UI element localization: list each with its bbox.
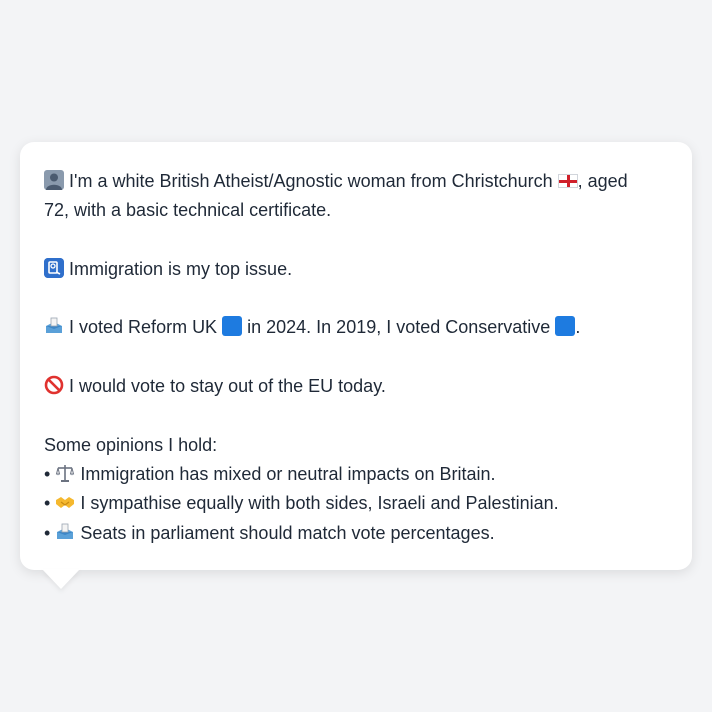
eu-text: I would vote to stay out of the EU today… xyxy=(69,376,386,397)
ballot-box-icon xyxy=(46,318,62,334)
opinion-item: • I sympathise equally with both sides, … xyxy=(44,489,668,518)
vote-text-b: in 2024. In 2019, I voted Conservative xyxy=(247,317,551,338)
opinion-item: • Immigration has mixed or neutral impac… xyxy=(44,460,668,489)
opinion-text: Immigration has mixed or neutral impacts… xyxy=(80,463,496,484)
vote-paragraph: I voted Reform UK in 2024. In 2019, I vo… xyxy=(44,313,668,342)
issue-paragraph: Immigration is my top issue. xyxy=(44,255,668,284)
profile-message-bubble: I'm a white British Atheist/Agnostic wom… xyxy=(20,142,692,570)
bubble-tail xyxy=(42,569,80,589)
opinions-paragraph: Some opinions I hold: • Immigration has … xyxy=(44,431,668,548)
ballot-box-icon xyxy=(57,523,74,539)
intro-text: I'm a white British Atheist/Agnostic wom… xyxy=(69,171,553,191)
opinions-heading: Some opinions I hold: xyxy=(44,434,218,455)
intro-paragraph: I'm a white British Atheist/Agnostic wom… xyxy=(44,167,668,226)
eu-paragraph: I would vote to stay out of the EU today… xyxy=(44,372,668,401)
conservative-party-color-icon xyxy=(555,316,576,337)
balance-scale-icon xyxy=(56,464,75,482)
reform-party-color-icon xyxy=(222,316,243,337)
issue-text: Immigration is my top issue. xyxy=(69,258,293,279)
bullet: • xyxy=(44,493,51,514)
bullet: • xyxy=(44,522,51,543)
prohibited-icon xyxy=(44,375,64,395)
opinion-text: I sympathise equally with both sides, Is… xyxy=(80,493,559,514)
passport-control-icon xyxy=(44,257,64,278)
vote-text-c: . xyxy=(575,317,581,338)
handshake-icon xyxy=(56,497,75,509)
person-icon xyxy=(44,170,64,190)
england-flag-icon xyxy=(557,174,578,188)
intro-text-line2: 72, with a basic technical certificate. xyxy=(44,200,332,221)
bullet: • xyxy=(44,463,51,484)
opinion-item: • Seats in parliament should match vote … xyxy=(44,519,668,548)
vote-text-a: I voted Reform UK xyxy=(69,317,218,338)
opinion-text: Seats in parliament should match vote pe… xyxy=(80,522,495,543)
intro-text-post: , aged xyxy=(577,171,628,191)
